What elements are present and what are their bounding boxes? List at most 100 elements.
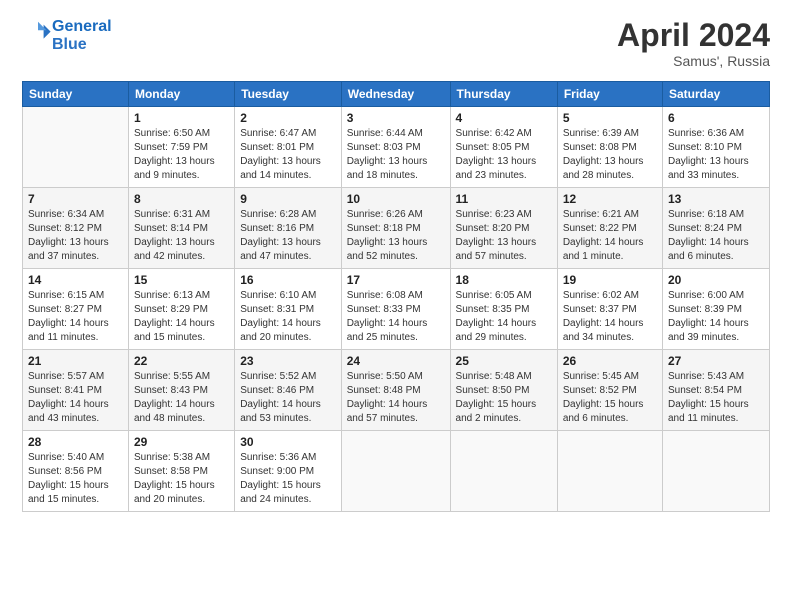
calendar-day-cell: 2Sunrise: 6:47 AMSunset: 8:01 PMDaylight…	[235, 107, 342, 188]
day-of-week-header: Tuesday	[235, 82, 342, 107]
day-info: Sunrise: 5:57 AMSunset: 8:41 PMDaylight:…	[28, 370, 123, 426]
day-number: 9	[240, 192, 336, 206]
calendar-day-cell: 23 Sunrise: 5:52 AMSunset: 8:46 PMDayligh…	[235, 350, 342, 431]
day-info: Sunrise: 6:13 AMSunset: 8:29 PMDaylight:…	[134, 289, 229, 345]
day-number: 25	[456, 354, 552, 368]
calendar-day-cell: 27 Sunrise: 5:43 AMSunset: 8:54 PMDayligh…	[662, 350, 769, 431]
day-number: 16	[240, 273, 336, 287]
calendar-day-cell: 4Sunrise: 6:42 AMSunset: 8:05 PMDaylight…	[450, 107, 557, 188]
day-info: Sunrise: 6:31 AMSunset: 8:14 PMDaylight:…	[134, 208, 229, 264]
day-of-week-header: Sunday	[23, 82, 129, 107]
calendar-day-cell: 16 Sunrise: 6:10 AMSunset: 8:31 PMDayligh…	[235, 269, 342, 350]
day-info: Sunrise: 6:15 AMSunset: 8:27 PMDaylight:…	[28, 289, 123, 345]
calendar-day-cell: 11Sunrise: 6:23 AMSunset: 8:20 PMDayligh…	[450, 188, 557, 269]
calendar-day-cell	[23, 107, 129, 188]
header: General Blue April 2024 Samus', Russia	[22, 18, 770, 69]
day-info: Sunrise: 6:42 AMSunset: 8:05 PMDaylight:…	[456, 127, 552, 183]
day-number: 7	[28, 192, 123, 206]
calendar-day-cell	[557, 431, 662, 512]
day-info: Sunrise: 5:52 AMSunset: 8:46 PMDaylight:…	[240, 370, 336, 426]
day-info: Sunrise: 6:44 AMSunset: 8:03 PMDaylight:…	[347, 127, 445, 183]
calendar-day-cell: 20 Sunrise: 6:00 AMSunset: 8:39 PMDayligh…	[662, 269, 769, 350]
calendar-week-row: 1 Sunrise: 6:50 AMSunset: 7:59 PMDaylight…	[23, 107, 770, 188]
day-of-week-header: Monday	[128, 82, 234, 107]
calendar-day-cell: 6 Sunrise: 6:36 AMSunset: 8:10 PMDaylight…	[662, 107, 769, 188]
page: General Blue April 2024 Samus', Russia S…	[0, 0, 792, 612]
day-number: 22	[134, 354, 229, 368]
day-info: Sunrise: 6:10 AMSunset: 8:31 PMDaylight:…	[240, 289, 336, 345]
day-info: Sunrise: 6:36 AMSunset: 8:10 PMDaylight:…	[668, 127, 764, 183]
day-number: 30	[240, 435, 336, 449]
day-info: Sunrise: 5:50 AMSunset: 8:48 PMDaylight:…	[347, 370, 445, 426]
calendar-week-row: 14 Sunrise: 6:15 AMSunset: 8:27 PMDayligh…	[23, 269, 770, 350]
calendar-day-cell: 21 Sunrise: 5:57 AMSunset: 8:41 PMDayligh…	[23, 350, 129, 431]
calendar-day-cell: 18 Sunrise: 6:05 AMSunset: 8:35 PMDayligh…	[450, 269, 557, 350]
day-number: 11	[456, 192, 552, 206]
day-number: 27	[668, 354, 764, 368]
day-info: Sunrise: 6:00 AMSunset: 8:39 PMDaylight:…	[668, 289, 764, 345]
calendar-day-cell: 9 Sunrise: 6:28 AMSunset: 8:16 PMDaylight…	[235, 188, 342, 269]
day-info: Sunrise: 5:43 AMSunset: 8:54 PMDaylight:…	[668, 370, 764, 426]
calendar-day-cell	[662, 431, 769, 512]
day-info: Sunrise: 6:05 AMSunset: 8:35 PMDaylight:…	[456, 289, 552, 345]
day-info: Sunrise: 6:28 AMSunset: 8:16 PMDaylight:…	[240, 208, 336, 264]
calendar-week-row: 28Sunrise: 5:40 AMSunset: 8:56 PMDayligh…	[23, 431, 770, 512]
calendar-day-cell: 5 Sunrise: 6:39 AMSunset: 8:08 PMDaylight…	[557, 107, 662, 188]
calendar-day-cell: 29Sunrise: 5:38 AMSunset: 8:58 PMDayligh…	[128, 431, 234, 512]
day-number: 20	[668, 273, 764, 287]
day-number: 26	[563, 354, 657, 368]
day-info: Sunrise: 6:34 AMSunset: 8:12 PMDaylight:…	[28, 208, 123, 264]
calendar-day-cell: 17 Sunrise: 6:08 AMSunset: 8:33 PMDayligh…	[341, 269, 450, 350]
calendar-body: 1 Sunrise: 6:50 AMSunset: 7:59 PMDaylight…	[23, 107, 770, 512]
day-number: 10	[347, 192, 445, 206]
calendar-week-row: 7 Sunrise: 6:34 AMSunset: 8:12 PMDaylight…	[23, 188, 770, 269]
day-info: Sunrise: 6:21 AMSunset: 8:22 PMDaylight:…	[563, 208, 657, 264]
day-info: Sunrise: 6:08 AMSunset: 8:33 PMDaylight:…	[347, 289, 445, 345]
day-number: 1	[134, 111, 229, 125]
day-info: Sunrise: 5:55 AMSunset: 8:43 PMDaylight:…	[134, 370, 229, 426]
day-number: 6	[668, 111, 764, 125]
day-number: 19	[563, 273, 657, 287]
day-info: Sunrise: 6:50 AMSunset: 7:59 PMDaylight:…	[134, 127, 229, 183]
day-number: 12	[563, 192, 657, 206]
calendar-day-cell: 10 Sunrise: 6:26 AMSunset: 8:18 PMDayligh…	[341, 188, 450, 269]
day-number: 18	[456, 273, 552, 287]
day-number: 17	[347, 273, 445, 287]
calendar-header-row: SundayMondayTuesdayWednesdayThursdayFrid…	[23, 82, 770, 107]
calendar-week-row: 21 Sunrise: 5:57 AMSunset: 8:41 PMDayligh…	[23, 350, 770, 431]
title-block: April 2024 Samus', Russia	[617, 18, 770, 69]
calendar-day-cell: 24 Sunrise: 5:50 AMSunset: 8:48 PMDayligh…	[341, 350, 450, 431]
day-info: Sunrise: 6:26 AMSunset: 8:18 PMDaylight:…	[347, 208, 445, 264]
calendar-day-cell: 1 Sunrise: 6:50 AMSunset: 7:59 PMDaylight…	[128, 107, 234, 188]
calendar-day-cell: 15 Sunrise: 6:13 AMSunset: 8:29 PMDayligh…	[128, 269, 234, 350]
logo-text: General Blue	[52, 18, 112, 53]
calendar-day-cell	[450, 431, 557, 512]
calendar-day-cell	[341, 431, 450, 512]
day-info: Sunrise: 5:38 AMSunset: 8:58 PMDaylight:…	[134, 451, 229, 507]
day-of-week-header: Saturday	[662, 82, 769, 107]
day-number: 21	[28, 354, 123, 368]
calendar-day-cell: 12 Sunrise: 6:21 AMSunset: 8:22 PMDayligh…	[557, 188, 662, 269]
logo: General Blue	[22, 18, 112, 53]
day-number: 5	[563, 111, 657, 125]
day-number: 28	[28, 435, 123, 449]
calendar-day-cell: 14 Sunrise: 6:15 AMSunset: 8:27 PMDayligh…	[23, 269, 129, 350]
day-info: Sunrise: 5:45 AMSunset: 8:52 PMDaylight:…	[563, 370, 657, 426]
day-number: 23	[240, 354, 336, 368]
day-of-week-header: Friday	[557, 82, 662, 107]
calendar-day-cell: 30Sunrise: 5:36 AMSunset: 9:00 PMDayligh…	[235, 431, 342, 512]
location: Samus', Russia	[617, 53, 770, 69]
calendar-day-cell: 8Sunrise: 6:31 AMSunset: 8:14 PMDaylight…	[128, 188, 234, 269]
calendar-day-cell: 28Sunrise: 5:40 AMSunset: 8:56 PMDayligh…	[23, 431, 129, 512]
day-info: Sunrise: 6:39 AMSunset: 8:08 PMDaylight:…	[563, 127, 657, 183]
day-info: Sunrise: 6:47 AMSunset: 8:01 PMDaylight:…	[240, 127, 336, 183]
calendar-day-cell: 25 Sunrise: 5:48 AMSunset: 8:50 PMDayligh…	[450, 350, 557, 431]
day-of-week-header: Wednesday	[341, 82, 450, 107]
day-number: 13	[668, 192, 764, 206]
day-number: 15	[134, 273, 229, 287]
day-number: 14	[28, 273, 123, 287]
day-of-week-header: Thursday	[450, 82, 557, 107]
day-info: Sunrise: 5:48 AMSunset: 8:50 PMDaylight:…	[456, 370, 552, 426]
calendar-day-cell: 13Sunrise: 6:18 AMSunset: 8:24 PMDayligh…	[662, 188, 769, 269]
day-number: 24	[347, 354, 445, 368]
